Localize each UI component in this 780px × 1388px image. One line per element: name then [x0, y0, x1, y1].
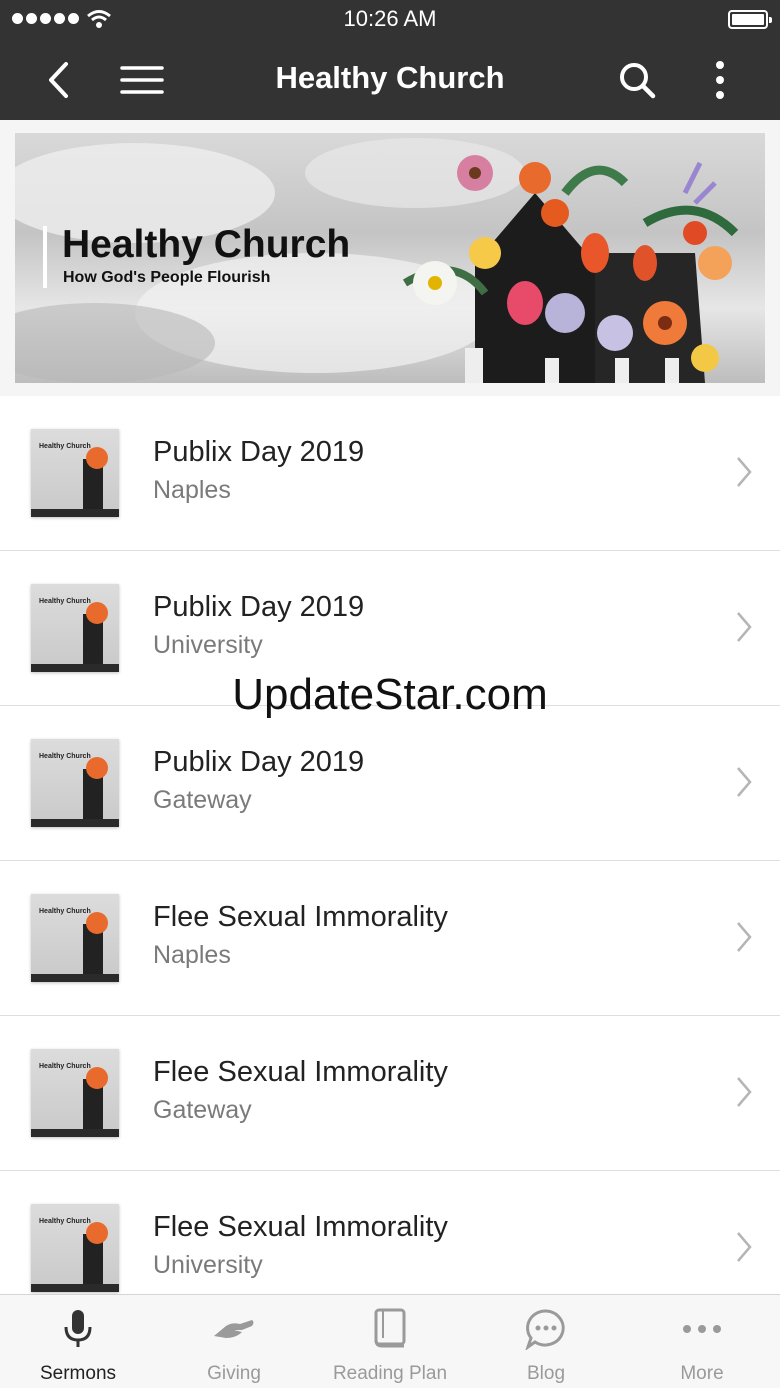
tab-label: More — [680, 1363, 724, 1384]
tab-label: Blog — [526, 1363, 566, 1384]
status-time: 10:26 AM — [343, 6, 437, 31]
banner-title: Healthy Church — [62, 223, 351, 266]
tab-label: Giving — [207, 1363, 261, 1384]
book-icon — [374, 1308, 406, 1348]
thumbnail-caption: Healthy Church — [39, 753, 91, 760]
sermon-row[interactable]: Healthy Church Flee Sexual Immorality Ga… — [0, 1016, 780, 1171]
sermon-row[interactable]: Healthy Church Publix Day 2019 Gateway — [0, 706, 780, 861]
overflow-menu-button[interactable] — [698, 58, 742, 102]
thumbnail-caption: Healthy Church — [39, 1218, 91, 1225]
thumbnail-caption: Healthy Church — [39, 443, 91, 450]
tab-label: Reading Plan — [332, 1363, 448, 1384]
thumbnail-caption: Healthy Church — [39, 598, 91, 605]
sermon-location: University — [153, 631, 263, 659]
sermon-title: Publix Day 2019 — [153, 591, 365, 623]
vertical-dots-icon — [716, 61, 724, 99]
sermon-title: Flee Sexual Immorality — [153, 1211, 448, 1243]
tab-blog[interactable]: Blog — [468, 1295, 624, 1388]
status-bar: 10:26 AM — [0, 0, 780, 40]
tab-label: Sermons — [39, 1363, 117, 1384]
chevron-right-icon — [737, 1232, 752, 1262]
sermon-title: Publix Day 2019 — [153, 436, 365, 468]
tab-giving[interactable]: Giving — [156, 1295, 312, 1388]
chat-bubble-icon — [525, 1309, 565, 1350]
sermon-thumbnail: Healthy Church — [31, 1049, 119, 1137]
sermon-location: Naples — [153, 476, 231, 504]
church-flowers-illustration — [402, 155, 739, 383]
giving-hand-icon — [214, 1320, 254, 1338]
sermon-list: Healthy Church Publix Day 2019 Naples He… — [0, 396, 780, 1326]
sermon-location: Naples — [153, 941, 231, 969]
chevron-right-icon — [737, 457, 752, 487]
sermon-thumbnail: Healthy Church — [31, 1204, 119, 1292]
sermon-location: Gateway — [153, 786, 252, 814]
sermon-location: University — [153, 1251, 263, 1279]
thumbnail-caption: Healthy Church — [39, 1063, 91, 1070]
search-icon — [620, 63, 656, 99]
more-dots-icon — [683, 1325, 721, 1333]
battery-icon — [728, 10, 772, 29]
banner-subtitle: How God's People Flourish — [63, 269, 271, 286]
sermon-thumbnail: Healthy Church — [31, 894, 119, 982]
thumbnail-caption: Healthy Church — [39, 908, 91, 915]
sermon-row[interactable]: Healthy Church Flee Sexual Immorality Na… — [0, 861, 780, 1016]
navigation-bar: Healthy Church — [0, 40, 780, 120]
tab-more[interactable]: More — [624, 1295, 780, 1388]
sermon-thumbnail: Healthy Church — [31, 584, 119, 672]
series-banner: Healthy Church How God's People Flourish — [15, 133, 765, 383]
sermon-location: Gateway — [153, 1096, 252, 1124]
chevron-right-icon — [737, 922, 752, 952]
sermon-title: Flee Sexual Immorality — [153, 1056, 448, 1088]
watermark-text: UpdateStar.com — [232, 670, 548, 719]
sermon-thumbnail: Healthy Church — [31, 429, 119, 517]
tab-bar: Sermons Giving Reading Plan Blog More — [0, 1294, 780, 1388]
sermon-thumbnail: Healthy Church — [31, 739, 119, 827]
sermon-title: Publix Day 2019 — [153, 746, 365, 778]
microphone-icon — [64, 1310, 92, 1347]
page-title: Healthy Church — [275, 60, 505, 95]
chevron-right-icon — [737, 1077, 752, 1107]
banner-accent-bar — [43, 226, 47, 288]
chevron-right-icon — [737, 612, 752, 642]
search-button[interactable] — [615, 58, 659, 102]
chevron-right-icon — [737, 767, 752, 797]
sermon-row[interactable]: Healthy Church Publix Day 2019 Naples — [0, 396, 780, 551]
tab-sermons[interactable]: Sermons — [0, 1295, 156, 1388]
sermon-title: Flee Sexual Immorality — [153, 901, 448, 933]
tab-reading-plan[interactable]: Reading Plan — [312, 1295, 468, 1388]
